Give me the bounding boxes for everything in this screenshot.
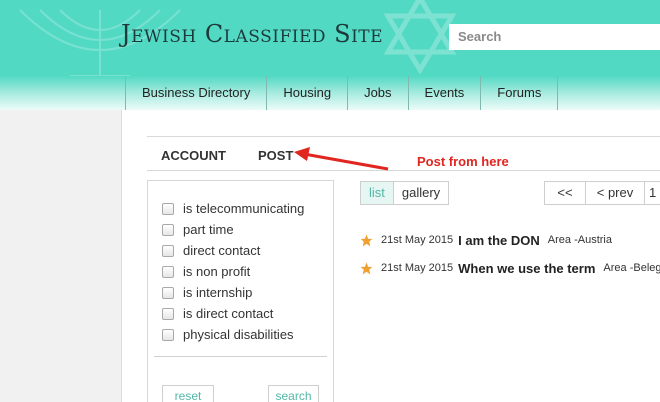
- checkbox[interactable]: [162, 307, 174, 320]
- listing-title[interactable]: When we use the term: [458, 261, 595, 276]
- prev-page-button[interactable]: < prev: [585, 181, 645, 205]
- filter-label: is direct contact: [183, 306, 274, 321]
- nav-jobs[interactable]: Jobs: [347, 76, 407, 110]
- left-sidebar: [0, 110, 122, 402]
- search-input[interactable]: [449, 24, 660, 50]
- main-nav: Business Directory Housing Jobs Events F…: [0, 76, 660, 110]
- filter-label: physical disabilities: [183, 327, 294, 342]
- listing-date: 21st May 2015: [381, 262, 454, 274]
- nav-forums[interactable]: Forums: [480, 76, 559, 110]
- filter-direct-contact[interactable]: direct contact: [162, 240, 304, 261]
- filter-physical-disabilities[interactable]: physical disabilities: [162, 324, 304, 345]
- listing-title[interactable]: I am the DON: [458, 233, 540, 248]
- checkbox[interactable]: [162, 265, 174, 278]
- filter-label: part time: [183, 222, 234, 237]
- star-icon: [360, 262, 373, 274]
- listing-area: Area -Beleghata: [603, 262, 660, 274]
- checkbox[interactable]: [162, 223, 174, 236]
- listing-date: 21st May 2015: [381, 234, 454, 246]
- filter-label: is internship: [183, 285, 253, 300]
- annotation-arrow-icon: [294, 147, 389, 171]
- annotation-label: Post from here: [417, 154, 509, 169]
- listing-area: Area -Austria: [547, 234, 612, 246]
- list-item[interactable]: 21st May 2015 I am the DON Area -Austria: [360, 232, 612, 248]
- view-toggle: list gallery: [360, 181, 450, 205]
- filter-is-direct-contact[interactable]: is direct contact: [162, 303, 304, 324]
- filter-label: direct contact: [183, 243, 261, 258]
- checkbox[interactable]: [162, 244, 174, 257]
- tab-account[interactable]: ACCOUNT: [161, 148, 226, 163]
- filter-non-profit[interactable]: is non profit: [162, 261, 304, 282]
- filter-panel: is telecommunicating part time direct co…: [147, 180, 334, 402]
- page-number-button[interactable]: 1: [644, 181, 660, 205]
- nav-housing[interactable]: Housing: [266, 76, 347, 110]
- filter-part-time[interactable]: part time: [162, 219, 304, 240]
- checkbox[interactable]: [162, 328, 174, 341]
- reset-button[interactable]: reset: [162, 385, 214, 402]
- checkbox[interactable]: [162, 202, 174, 215]
- star-of-david-icon: [383, 0, 457, 74]
- first-page-button[interactable]: <<: [544, 181, 586, 205]
- pagination: << < prev 1: [544, 181, 660, 205]
- site-header: Jewish Classified Site: [0, 0, 660, 76]
- divider: [154, 356, 327, 357]
- star-icon: [360, 234, 373, 246]
- site-title[interactable]: Jewish Classified Site: [121, 20, 383, 48]
- search-button[interactable]: search: [268, 385, 319, 402]
- filter-list: is telecommunicating part time direct co…: [162, 198, 304, 345]
- gallery-view-button[interactable]: gallery: [394, 182, 448, 204]
- tab-post[interactable]: POST: [258, 148, 293, 163]
- filter-label: is telecommunicating: [183, 201, 305, 216]
- nav-business-directory[interactable]: Business Directory: [125, 76, 266, 110]
- list-item[interactable]: 21st May 2015 When we use the term Area …: [360, 260, 660, 276]
- filter-telecommunicating[interactable]: is telecommunicating: [162, 198, 304, 219]
- checkbox[interactable]: [162, 286, 174, 299]
- list-view-button[interactable]: list: [361, 182, 394, 204]
- nav-events[interactable]: Events: [407, 76, 481, 110]
- filter-label: is non profit: [183, 264, 251, 279]
- account-tab-bar: ACCOUNT POST: [147, 136, 660, 171]
- filter-internship[interactable]: is internship: [162, 282, 304, 303]
